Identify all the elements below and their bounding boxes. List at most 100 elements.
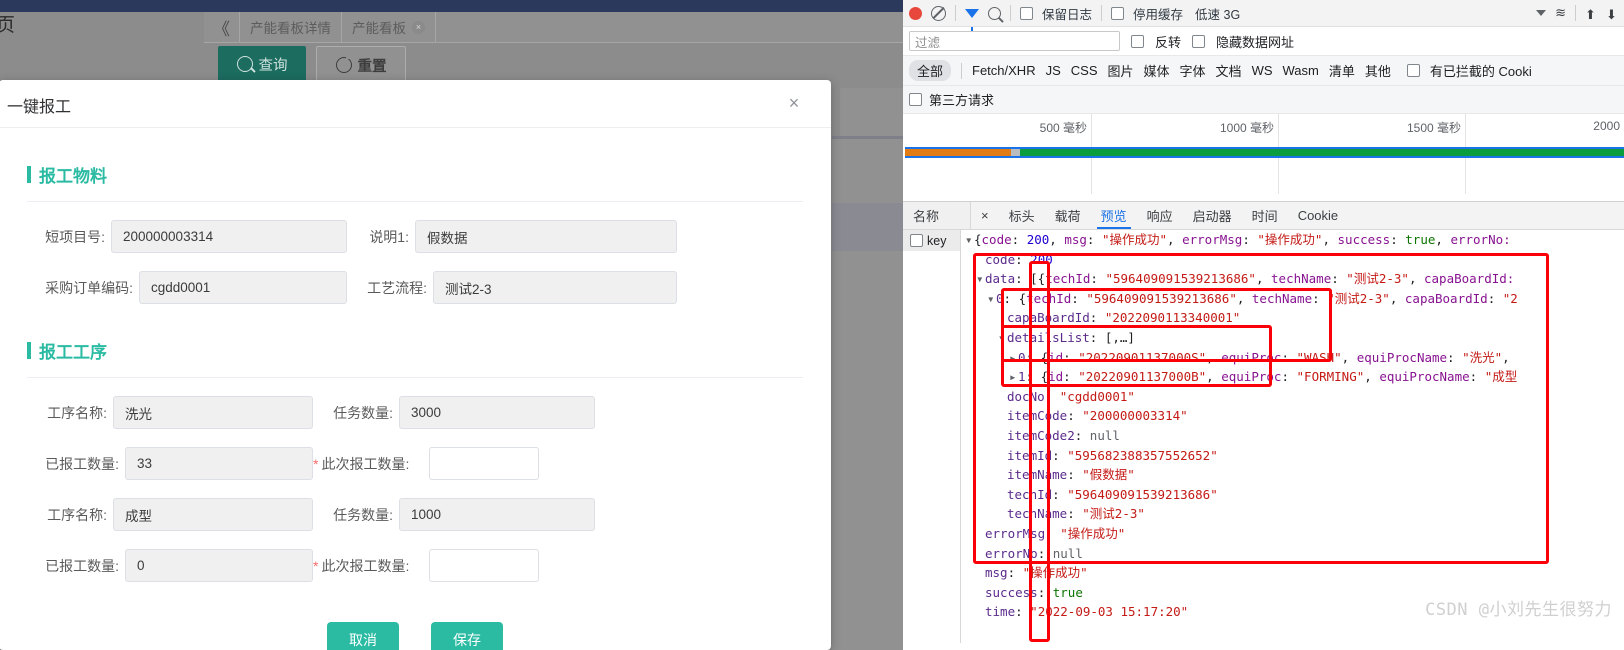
json-line[interactable]: itemCode2: null [961,426,1624,446]
reset-button[interactable]: 重置 [316,46,406,84]
invert-checkbox[interactable] [1131,34,1144,48]
field-value[interactable]: 3000 [399,396,595,429]
preserve-log-label[interactable]: 保留日志 [1042,4,1092,23]
json-token: itemCode2 [1007,427,1075,443]
type-filter-ws[interactable]: WS [1252,63,1273,78]
request-checkbox[interactable] [910,234,923,247]
tab-initiator[interactable]: 启动器 [1183,202,1242,229]
field-value[interactable]: 1000 [399,498,595,531]
query-button[interactable]: 查询 [218,46,306,82]
type-filter-other[interactable]: 其他 [1365,61,1391,80]
json-token: "假数据" [1082,467,1135,483]
json-line[interactable]: itemCode: "200000003314" [961,406,1624,426]
export-har-icon[interactable]: ⬇ [1606,7,1618,22]
import-har-icon[interactable]: ⬆ [1585,7,1597,22]
field-value[interactable]: 成型 [113,498,313,531]
disclosure-triangle-icon[interactable]: ▾ [976,269,985,289]
json-token: , [1255,271,1272,287]
json-line[interactable]: itemId: "595682388357552652" [961,446,1624,466]
json-line[interactable]: errorNo: null [961,544,1624,564]
filter-icon[interactable] [965,8,979,31]
disclosure-triangle-icon[interactable]: ▾ [965,230,974,250]
disable-cache-checkbox[interactable] [1111,6,1125,20]
json-line[interactable]: success: true [961,583,1624,603]
disable-cache-label[interactable]: 停用缓存 [1133,4,1183,23]
type-filter-css[interactable]: CSS [1071,63,1098,78]
preserve-log-checkbox[interactable] [1020,6,1033,20]
json-line[interactable]: ▾data: [{techId: "596409091539213686", t… [961,269,1624,289]
json-line[interactable]: techName: "测试2-3" [961,504,1624,524]
type-filter-doc[interactable]: 文档 [1216,61,1242,80]
field-value[interactable]: 测试2-3 [433,271,677,304]
request-list-item[interactable]: key [903,230,960,251]
disclosure-triangle-icon[interactable]: ▸ [1009,348,1018,368]
type-filter-img[interactable]: 图片 [1108,61,1134,80]
field-input[interactable] [429,447,540,480]
field-input[interactable] [429,549,540,582]
filter-input[interactable]: 过滤 [909,31,1120,51]
tab-timing[interactable]: 时间 [1242,202,1288,229]
type-filter-wasm[interactable]: Wasm [1283,63,1319,78]
json-line[interactable]: msg: "操作成功" [961,563,1624,583]
disclosure-triangle-icon[interactable]: ▾ [998,328,1007,348]
tab-capacity-board-detail[interactable]: 产能看板详情 [240,12,342,42]
type-filter-all[interactable]: 全部 [909,60,952,81]
blocked-cookies-label[interactable]: 有已拦截的 Cooki [1430,61,1532,80]
json-line[interactable]: ▸1: {id: "20220901137000B", equiProc: "F… [961,367,1624,387]
field-value[interactable]: 200000003314 [111,220,347,253]
disclosure-triangle-icon[interactable]: ▾ [987,289,996,309]
json-line[interactable]: docNo: "cgdd0001" [961,387,1624,407]
field-label: 采购订单编码: [45,279,133,296]
collapse-tabs-icon[interactable]: 《 [204,12,240,42]
type-filter-manifest[interactable]: 清单 [1329,61,1355,80]
section-title-row: 报工物料 [27,162,803,187]
disclosure-triangle-icon[interactable]: ▸ [1009,367,1018,387]
tab-capacity-board[interactable]: 产能看板 × [342,12,436,42]
field-value[interactable]: cgdd0001 [139,271,347,304]
hide-data-urls-checkbox[interactable] [1192,34,1206,48]
json-line[interactable]: techId: "596409091539213686" [961,485,1624,505]
tab-payload[interactable]: 载荷 [1045,202,1091,229]
json-line[interactable]: errorMsg: "操作成功" [961,524,1624,544]
tab-preview[interactable]: 预览 [1091,202,1137,229]
third-party-label[interactable]: 第三方请求 [929,90,994,109]
close-icon[interactable]: × [412,20,425,34]
field-value[interactable]: 假数据 [415,220,677,253]
json-line[interactable]: ▾detailsList: [,…] [961,328,1624,348]
field-value[interactable]: 0 [125,549,313,582]
json-line[interactable]: ▾{code: 200, msg: "操作成功", errorMsg: "操作成… [961,230,1624,250]
json-line[interactable]: capaBoardId: "2022090113340001" [961,308,1624,328]
network-toolbar: 保留日志 停用缓存 低速 3G ≋ ⬆ ⬇ [903,0,1624,31]
response-preview[interactable]: ▾{code: 200, msg: "操作成功", errorMsg: "操作成… [961,230,1624,643]
json-line[interactable]: code: 200 [961,250,1624,270]
type-filter-media[interactable]: 媒体 [1144,61,1170,80]
chevron-down-icon[interactable] [1536,10,1547,16]
json-line[interactable]: ▸0: {id: "20220901137000S", equiProc: "W… [961,348,1624,368]
invert-label[interactable]: 反转 [1155,32,1181,51]
blocked-cookies-checkbox[interactable] [1406,64,1420,77]
clear-icon[interactable] [931,5,946,21]
tab-cookie[interactable]: Cookie [1288,202,1348,229]
third-party-checkbox[interactable] [909,93,922,106]
hide-data-urls-label[interactable]: 隐藏数据网址 [1216,32,1294,51]
save-button[interactable]: 保存 [431,622,503,650]
network-conditions-icon[interactable]: ≋ [1555,5,1566,21]
search-icon[interactable] [988,6,1001,20]
type-filter-fetch-xhr[interactable]: Fetch/XHR [972,63,1036,78]
close-icon[interactable]: × [783,92,805,114]
close-detail-icon[interactable]: × [971,202,999,229]
tab-headers[interactable]: 标头 [999,202,1045,229]
cancel-button[interactable]: 取消 [327,622,399,650]
json-line[interactable]: itemName: "假数据" [961,465,1624,485]
json-token: : [1067,467,1083,483]
json-line[interactable]: ▾0: {techId: "596409091539213686", techN… [961,289,1624,309]
field-value[interactable]: 洗光 [113,396,313,429]
type-filter-font[interactable]: 字体 [1180,61,1206,80]
type-filter-js[interactable]: JS [1046,63,1061,78]
record-icon[interactable] [909,6,922,20]
field-value[interactable]: 33 [125,447,313,480]
throttle-select[interactable]: 低速 3G [1195,4,1240,23]
tab-response[interactable]: 响应 [1137,202,1183,229]
